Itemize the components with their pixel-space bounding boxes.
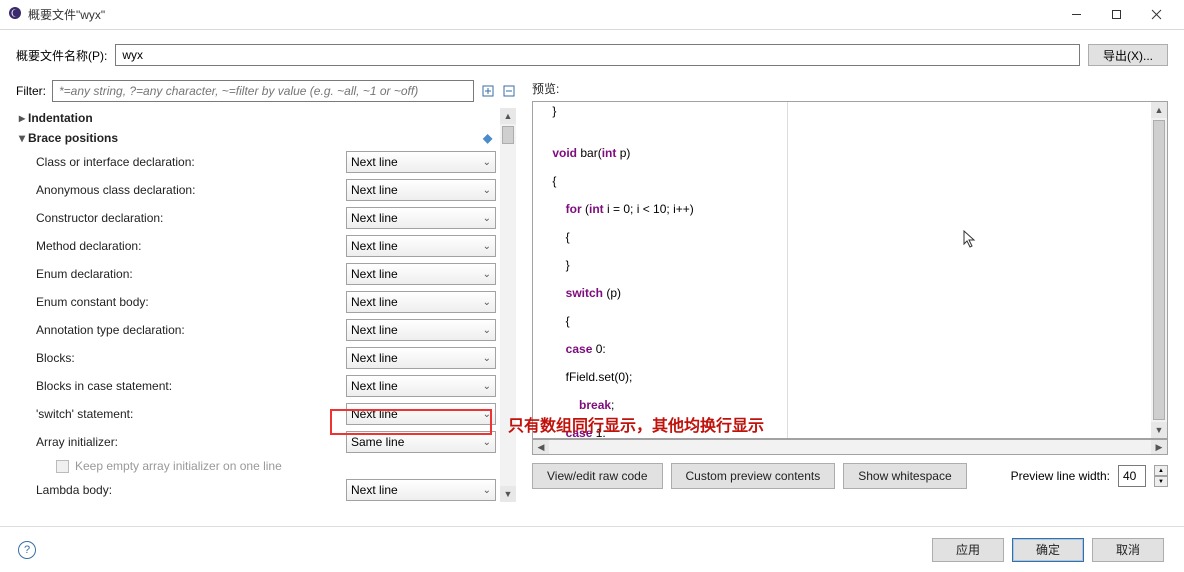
select-array-init[interactable]: Same line⌄ [346,431,496,453]
select-constructor[interactable]: Next line⌄ [346,207,496,229]
linewidth-label: Preview line width: [1011,469,1110,483]
minimize-button[interactable] [1056,1,1096,29]
linewidth-input[interactable] [1118,465,1146,487]
select-enum-decl[interactable]: Next line⌄ [346,263,496,285]
option-array-init: Array initializer:Same line⌄ [16,428,496,456]
view-raw-button[interactable]: View/edit raw code [532,463,663,489]
help-icon[interactable]: ? [18,541,36,559]
export-button[interactable]: 导出(X)... [1088,44,1168,66]
modified-icon: ◆ [483,131,496,145]
option-blocks-case: Blocks in case statement:Next line⌄ [16,372,496,400]
select-blocks-case[interactable]: Next line⌄ [346,375,496,397]
option-class-decl: Class or interface declaration:Next line… [16,148,496,176]
close-button[interactable] [1136,1,1176,29]
tree-scrollbar[interactable]: ▲▼ [500,108,516,502]
apply-button[interactable]: 应用 [932,538,1004,562]
expand-all-icon[interactable] [480,84,495,99]
option-keep-empty[interactable]: Keep empty array initializer on one line [16,456,496,476]
option-annot-type: Annotation type declaration:Next line⌄ [16,316,496,344]
code-preview: } void bar(int p) { for (int i = 0; i < … [533,102,787,438]
options-tree[interactable]: ▲▼ ▸Indentation ▾Brace positions◆ Class … [16,108,516,502]
preview-vscroll[interactable]: ▲▼ [1151,102,1167,438]
option-anon-class: Anonymous class declaration:Next line⌄ [16,176,496,204]
filter-label: Filter: [16,84,46,98]
option-blocks: Blocks:Next line⌄ [16,344,496,372]
checkbox-icon [56,460,69,473]
select-method[interactable]: Next line⌄ [346,235,496,257]
select-switch[interactable]: Next line⌄ [346,403,496,425]
collapse-all-icon[interactable] [501,84,516,99]
show-whitespace-button[interactable]: Show whitespace [843,463,966,489]
select-class-decl[interactable]: Next line⌄ [346,151,496,173]
option-lambda: Lambda body:Next line⌄ [16,476,496,502]
section-indentation[interactable]: ▸Indentation [16,108,496,128]
option-method: Method declaration:Next line⌄ [16,232,496,260]
maximize-button[interactable] [1096,1,1136,29]
option-switch: 'switch' statement:Next line⌄ [16,400,496,428]
select-lambda[interactable]: Next line⌄ [346,479,496,501]
cancel-button[interactable]: 取消 [1092,538,1164,562]
option-constructor: Constructor declaration:Next line⌄ [16,204,496,232]
filter-input[interactable] [52,80,474,102]
ok-button[interactable]: 确定 [1012,538,1084,562]
cursor-icon [963,230,977,251]
preview-hscroll[interactable]: ◀▶ [532,439,1168,455]
annotation-text: 只有数组同行显示，其他均换行显示 [508,412,764,436]
profile-name-label: 概要文件名称(P): [16,47,107,64]
select-enum-const[interactable]: Next line⌄ [346,291,496,313]
option-enum-decl: Enum declaration:Next line⌄ [16,260,496,288]
select-anon-class[interactable]: Next line⌄ [346,179,496,201]
section-brace-positions[interactable]: ▾Brace positions◆ [16,128,496,148]
preview-label: 预览: [532,80,1168,97]
option-enum-const: Enum constant body:Next line⌄ [16,288,496,316]
window-title: 概要文件"wyx" [28,6,1056,23]
preview-pane: } void bar(int p) { for (int i = 0; i < … [532,101,1168,439]
linewidth-spinner[interactable]: ▲▼ [1154,465,1168,487]
profile-name-input[interactable] [115,44,1080,66]
eclipse-icon [8,6,22,23]
custom-contents-button[interactable]: Custom preview contents [671,463,836,489]
select-blocks[interactable]: Next line⌄ [346,347,496,369]
select-annot-type[interactable]: Next line⌄ [346,319,496,341]
